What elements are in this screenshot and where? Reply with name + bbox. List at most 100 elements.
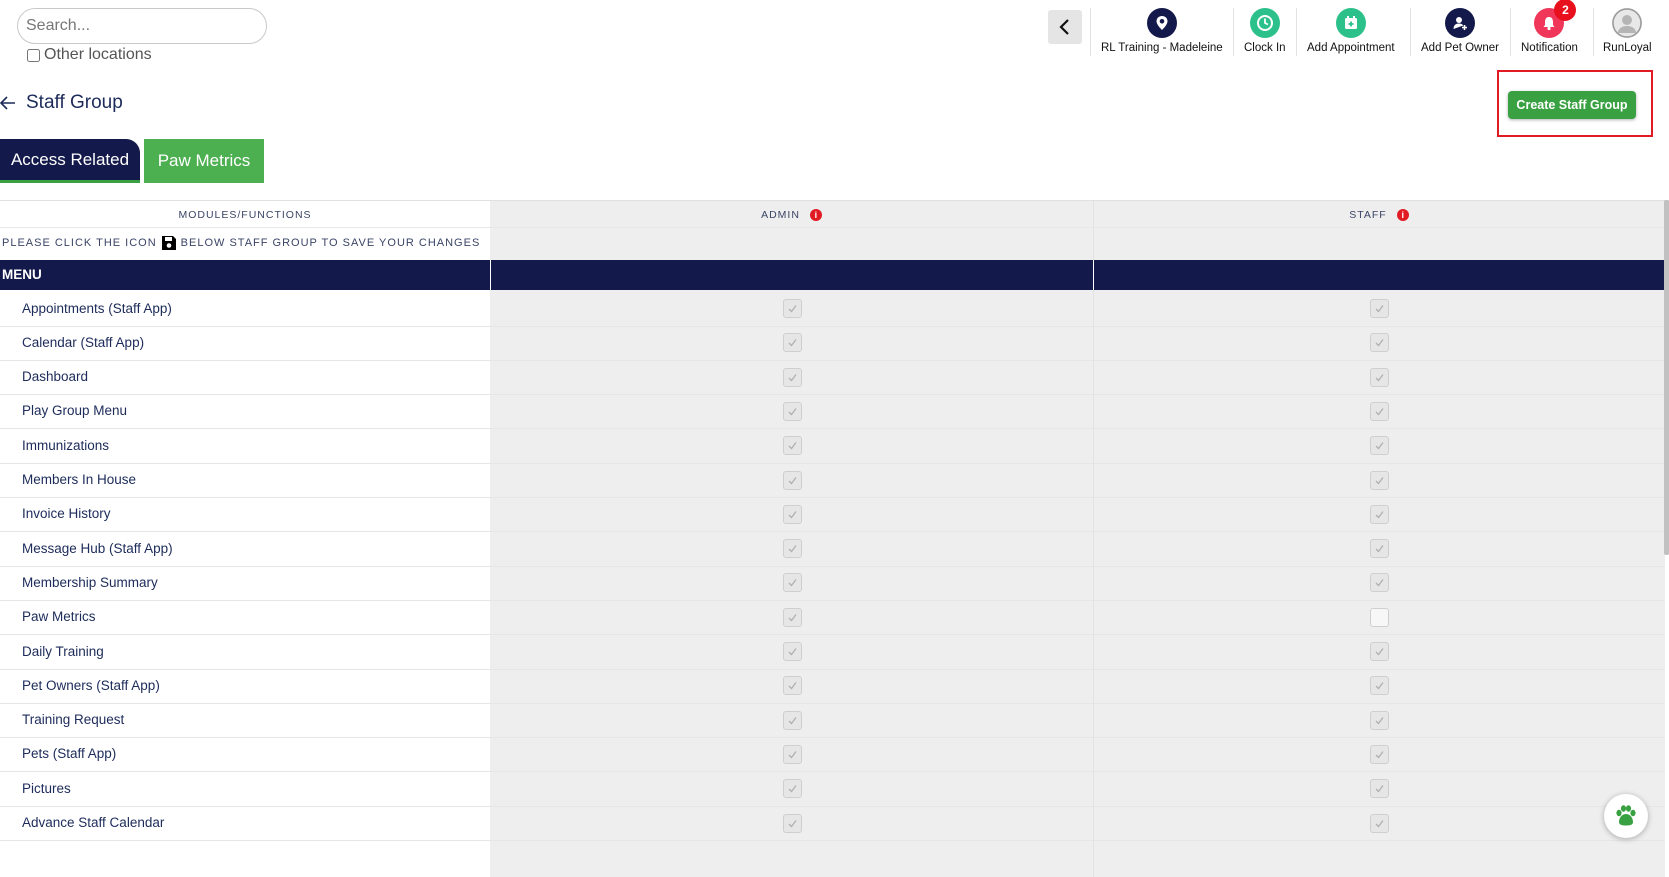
admin-checkbox[interactable]: [783, 539, 802, 559]
add-appointment-button[interactable]: Add Appointment: [1307, 8, 1395, 58]
chevron-left-icon: [1059, 19, 1069, 35]
admin-checkbox[interactable]: [783, 573, 802, 593]
bell-icon: 2: [1534, 0, 1577, 38]
section-label: MENU: [2, 267, 42, 282]
staff-checkbox[interactable]: [1370, 607, 1389, 627]
collapse-button[interactable]: [1048, 10, 1082, 44]
module-name: Paw Metrics: [22, 609, 96, 625]
admin-checkbox[interactable]: [783, 676, 802, 696]
admin-checkbox[interactable]: [783, 779, 802, 799]
staff-checkbox[interactable]: [1370, 539, 1389, 559]
clock-in-button[interactable]: Clock In: [1244, 8, 1286, 58]
user-label: RunLoyal: [1603, 42, 1652, 54]
save-note-before: PLEASE CLICK THE ICON: [2, 237, 157, 249]
other-locations-checkbox[interactable]: Other locations: [27, 46, 152, 64]
notification-label: Notification: [1521, 42, 1578, 54]
admin-checkbox[interactable]: [783, 710, 802, 730]
module-name: Advance Staff Calendar: [22, 815, 165, 830]
admin-checkbox[interactable]: [783, 607, 802, 627]
column-header-modules: MODULES/FUNCTIONS: [178, 208, 312, 221]
avatar-icon: [1612, 8, 1643, 38]
admin-checkbox[interactable]: [783, 813, 802, 833]
module-name: Appointments (Staff App): [22, 300, 172, 316]
admin-checkbox[interactable]: [783, 299, 802, 318]
tab-paw-metrics[interactable]: Paw Metrics: [144, 139, 264, 183]
notification-button[interactable]: 2 Notification: [1521, 0, 1578, 58]
admin-checkbox[interactable]: [783, 470, 802, 490]
module-name: Calendar (Staff App): [22, 334, 145, 350]
module-name: Dashboard: [22, 369, 89, 385]
scrollbar[interactable]: [1664, 200, 1669, 555]
admin-checkbox[interactable]: [783, 401, 802, 421]
info-icon[interactable]: i: [1396, 208, 1409, 221]
section-header-menu: MENU: [0, 260, 1665, 290]
staff-checkbox[interactable]: [1370, 367, 1389, 387]
staff-checkbox[interactable]: [1370, 299, 1389, 318]
clock-in-label: Clock In: [1244, 42, 1286, 54]
admin-header-label: ADMIN: [761, 208, 800, 221]
paw-icon: [1616, 805, 1636, 826]
admin-checkbox[interactable]: [783, 333, 802, 353]
paw-help-button[interactable]: [1604, 794, 1648, 838]
staff-checkbox[interactable]: [1370, 470, 1389, 490]
module-name: Play Group Menu: [22, 403, 128, 419]
table-row: Members In House: [0, 462, 1665, 498]
staff-checkbox[interactable]: [1370, 779, 1389, 799]
module-name: Immunizations: [22, 437, 110, 453]
clock-icon: [1249, 8, 1280, 38]
admin-checkbox[interactable]: [783, 367, 802, 387]
location-selector[interactable]: RL Training - Madeleine: [1101, 8, 1223, 58]
staff-checkbox[interactable]: [1370, 676, 1389, 696]
staff-checkbox[interactable]: [1370, 642, 1389, 661]
table-row: Training Request: [0, 702, 1665, 739]
staff-checkbox[interactable]: [1370, 401, 1389, 421]
add-pet-owner-label: Add Pet Owner: [1421, 42, 1499, 54]
table-row: Calendar (Staff App): [0, 324, 1665, 361]
other-locations-label: Other locations: [44, 46, 152, 63]
admin-checkbox[interactable]: [783, 504, 802, 524]
table-row: Dashboard: [0, 359, 1665, 396]
table-row: Membership Summary: [0, 564, 1665, 601]
staff-header-label: STAFF: [1349, 208, 1387, 221]
table-row: Play Group Menu: [0, 393, 1665, 430]
table-row: Immunizations: [0, 427, 1665, 464]
admin-checkbox[interactable]: [783, 744, 802, 764]
calendar-plus-icon: [1335, 8, 1366, 38]
staff-checkbox[interactable]: [1370, 573, 1389, 593]
table-row: Message Hub (Staff App): [0, 530, 1665, 567]
module-name: Members In House: [22, 472, 137, 487]
info-icon[interactable]: i: [809, 208, 822, 221]
tab-access-related[interactable]: Access Related: [0, 139, 140, 183]
admin-checkbox[interactable]: [783, 642, 802, 661]
add-appointment-label: Add Appointment: [1307, 42, 1395, 54]
search-input[interactable]: [17, 8, 267, 44]
table-row: Pet Owners (Staff App): [0, 667, 1665, 704]
staff-checkbox[interactable]: [1370, 436, 1389, 456]
staff-checkbox[interactable]: [1370, 813, 1389, 833]
location-label: RL Training - Madeleine: [1101, 42, 1223, 54]
save-icon: [161, 236, 176, 250]
user-plus-icon: [1444, 8, 1475, 38]
table-row: Advance Staff Calendar: [0, 805, 1665, 841]
save-note-after: BELOW STAFF GROUP TO SAVE YOUR CHANGES: [180, 237, 481, 249]
create-staff-group-button[interactable]: Create Staff Group: [1508, 91, 1636, 119]
column-header-staff: STAFF i: [1093, 201, 1665, 228]
table-row: Appointments (Staff App): [0, 290, 1665, 327]
staff-checkbox[interactable]: [1370, 333, 1389, 353]
staff-checkbox[interactable]: [1370, 744, 1389, 764]
other-locations-check[interactable]: [27, 48, 40, 62]
save-note: PLEASE CLICK THE ICON BELOW STAFF GROUP …: [2, 235, 480, 251]
module-name: Daily Training: [22, 643, 104, 659]
module-name: Pets (Staff App): [22, 746, 117, 762]
user-menu[interactable]: RunLoyal: [1603, 8, 1652, 58]
module-name: Pet Owners (Staff App): [22, 677, 160, 693]
arrow-left-icon[interactable]: [0, 96, 16, 110]
staff-checkbox[interactable]: [1370, 710, 1389, 730]
module-name: Message Hub (Staff App): [22, 540, 173, 556]
staff-checkbox[interactable]: [1370, 504, 1389, 524]
admin-checkbox[interactable]: [783, 436, 802, 456]
table-row: Daily Training: [0, 633, 1665, 670]
add-pet-owner-button[interactable]: Add Pet Owner: [1421, 8, 1499, 58]
module-name: Training Request: [22, 712, 125, 728]
table-row: Pets (Staff App): [0, 736, 1665, 773]
